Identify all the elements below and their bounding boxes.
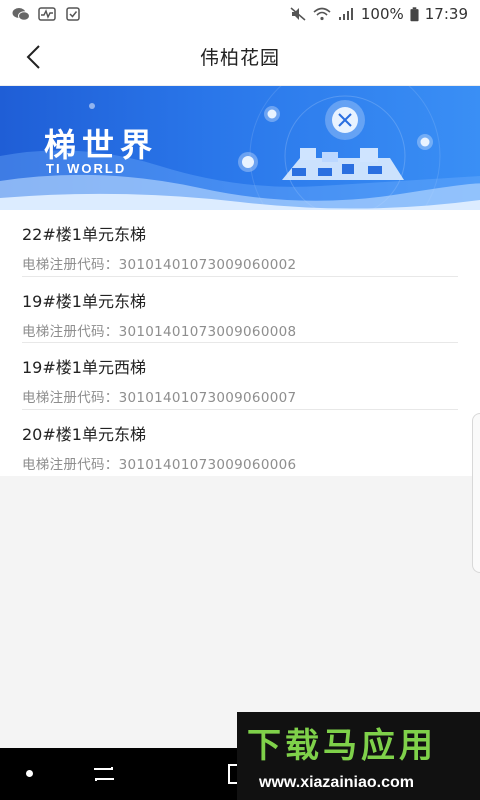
status-bar: 100% 17:39 <box>0 0 480 28</box>
watermark: 下载马应用 www.xiazainiao.com <box>237 712 480 800</box>
page-title: 伟柏花园 <box>199 47 280 69</box>
signal-icon <box>338 8 353 20</box>
banner: 梯世界 TI WORLD <box>0 86 480 210</box>
recent-apps-icon[interactable] <box>92 764 116 784</box>
watermark-url: www.xiazainiao.com <box>259 774 415 791</box>
list-item[interactable]: 22#楼1单元东梯 电梯注册代码：30101401073009060002 <box>22 210 458 277</box>
elevator-name: 19#楼1单元东梯 <box>22 291 146 311</box>
list-item[interactable]: 20#楼1单元东梯 电梯注册代码：30101401073009060006 <box>22 410 458 477</box>
wifi-icon <box>313 7 331 21</box>
notification-icons <box>12 7 82 21</box>
back-button[interactable] <box>18 42 48 72</box>
activity-icon <box>38 7 56 21</box>
clock: 17:39 <box>424 5 468 23</box>
nav-dot-icon[interactable] <box>26 770 33 777</box>
wechat-icon <box>12 8 30 21</box>
list-item[interactable]: 19#楼1单元西梯 电梯注册代码：30101401073009060007 <box>22 343 458 410</box>
elevator-code: 电梯注册代码：30101401073009060002 <box>22 257 297 273</box>
elevator-code: 电梯注册代码：30101401073009060007 <box>22 390 297 406</box>
elevator-name: 20#楼1单元东梯 <box>22 424 146 444</box>
list-item[interactable]: 19#楼1单元东梯 电梯注册代码：30101401073009060008 <box>22 277 458 343</box>
battery-percent: 100% <box>360 5 404 23</box>
chevron-left-icon <box>26 45 40 69</box>
system-status: 100% 17:39 <box>289 5 468 23</box>
elevator-name: 22#楼1单元东梯 <box>22 225 146 244</box>
elevator-list: 22#楼1单元东梯 电梯注册代码：30101401073009060002 19… <box>0 210 480 476</box>
watermark-brand: 下载马应用 <box>247 726 437 766</box>
navigation-bar <box>0 748 237 800</box>
elevator-code: 电梯注册代码：30101401073009060008 <box>22 323 297 340</box>
app-header: 伟柏花园 <box>0 28 480 86</box>
mute-icon <box>290 7 306 21</box>
home-button[interactable] <box>228 764 237 784</box>
banner-title: 梯世界 <box>44 126 159 164</box>
elevator-code: 电梯注册代码：30101401073009060006 <box>22 456 297 473</box>
edge-panel-handle[interactable] <box>472 413 480 573</box>
checkbox-notification-icon <box>66 7 80 21</box>
elevator-name: 19#楼1单元西梯 <box>22 358 146 377</box>
battery-icon <box>410 6 419 21</box>
banner-subtitle: TI WORLD <box>46 161 127 176</box>
